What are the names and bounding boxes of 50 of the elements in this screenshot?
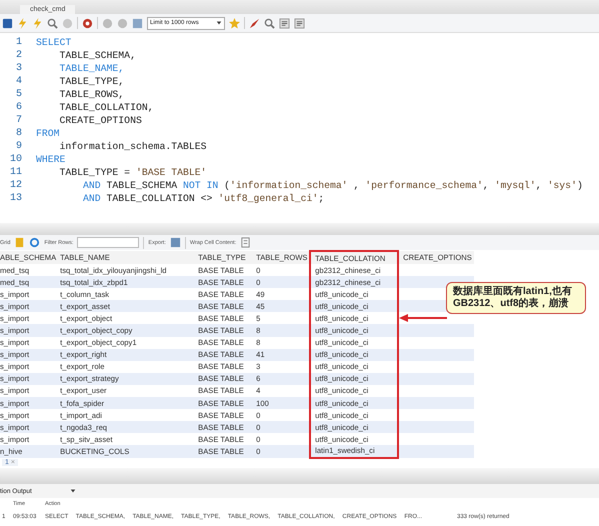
code-line: TABLE_TYPE, — [58, 76, 124, 87]
image-icon[interactable] — [132, 18, 143, 28]
code-line: WHERE — [36, 154, 66, 165]
line-number: 5 — [14, 89, 23, 100]
line-number: 4 — [14, 76, 23, 87]
caret-icon — [216, 20, 222, 26]
code-line: TABLE_SCHEMA, — [58, 50, 136, 61]
line-number: 3 — [14, 63, 23, 74]
code-line: SELECT — [36, 37, 72, 48]
code-line: FROM — [36, 128, 60, 139]
code-line: TABLE_NAME, — [58, 63, 124, 74]
code-line: TABLE_ROWS, — [58, 89, 124, 100]
refresh-icon[interactable] — [29, 237, 40, 248]
wrap-icon[interactable] — [240, 237, 252, 248]
code-line: CREATE_OPTIONS — [58, 115, 142, 126]
circle-icon[interactable] — [102, 18, 113, 28]
arrow — [399, 313, 447, 323]
lightning-icon[interactable] — [17, 18, 28, 28]
brush-icon[interactable] — [249, 18, 260, 28]
line-number: 9 — [14, 141, 23, 152]
line-number: 7 — [14, 115, 23, 126]
format-icon[interactable] — [279, 18, 290, 28]
lightning-icon[interactable] — [32, 18, 43, 28]
grid-icon[interactable] — [14, 237, 26, 248]
code-line: AND TABLE_SCHEMA NOT IN ('information_schema' , 'performance_schema', 'mysql', 'sys') — [82, 180, 583, 191]
export-icon[interactable] — [170, 237, 181, 248]
code-line: TABLE_COLLATION, — [58, 102, 154, 113]
search-icon[interactable] — [47, 18, 58, 28]
wrap-icon[interactable] — [294, 18, 305, 28]
code-line: TABLE_TYPE = 'BASE TABLE' — [58, 167, 207, 178]
code-line: AND TABLE_COLLATION <> 'utf8_general_ci'; — [82, 193, 324, 204]
circle-icon[interactable] — [117, 18, 128, 28]
line-number: 10 — [8, 154, 23, 165]
line-number: 1 — [14, 37, 23, 48]
search-icon[interactable] — [264, 18, 275, 28]
caret-icon — [70, 488, 76, 494]
line-number: 11 — [8, 167, 23, 178]
line-number: 12 — [8, 180, 23, 191]
splitter-bar[interactable] — [0, 468, 599, 484]
line-number: 13 — [8, 193, 23, 204]
filter-field[interactable] — [77, 237, 140, 248]
stop-icon[interactable] — [62, 18, 73, 28]
line-number: 2 — [14, 50, 23, 61]
save-icon[interactable] — [2, 18, 13, 28]
toggle-icon[interactable] — [82, 18, 93, 28]
line-number: 8 — [14, 128, 23, 139]
star-icon[interactable] — [229, 18, 240, 28]
code-line: information_schema.TABLES — [58, 141, 206, 152]
line-number: 6 — [14, 102, 23, 113]
callout-note: 数据库里面既有latin1,也有GB2312、utf8的表，崩溃 — [446, 282, 586, 314]
